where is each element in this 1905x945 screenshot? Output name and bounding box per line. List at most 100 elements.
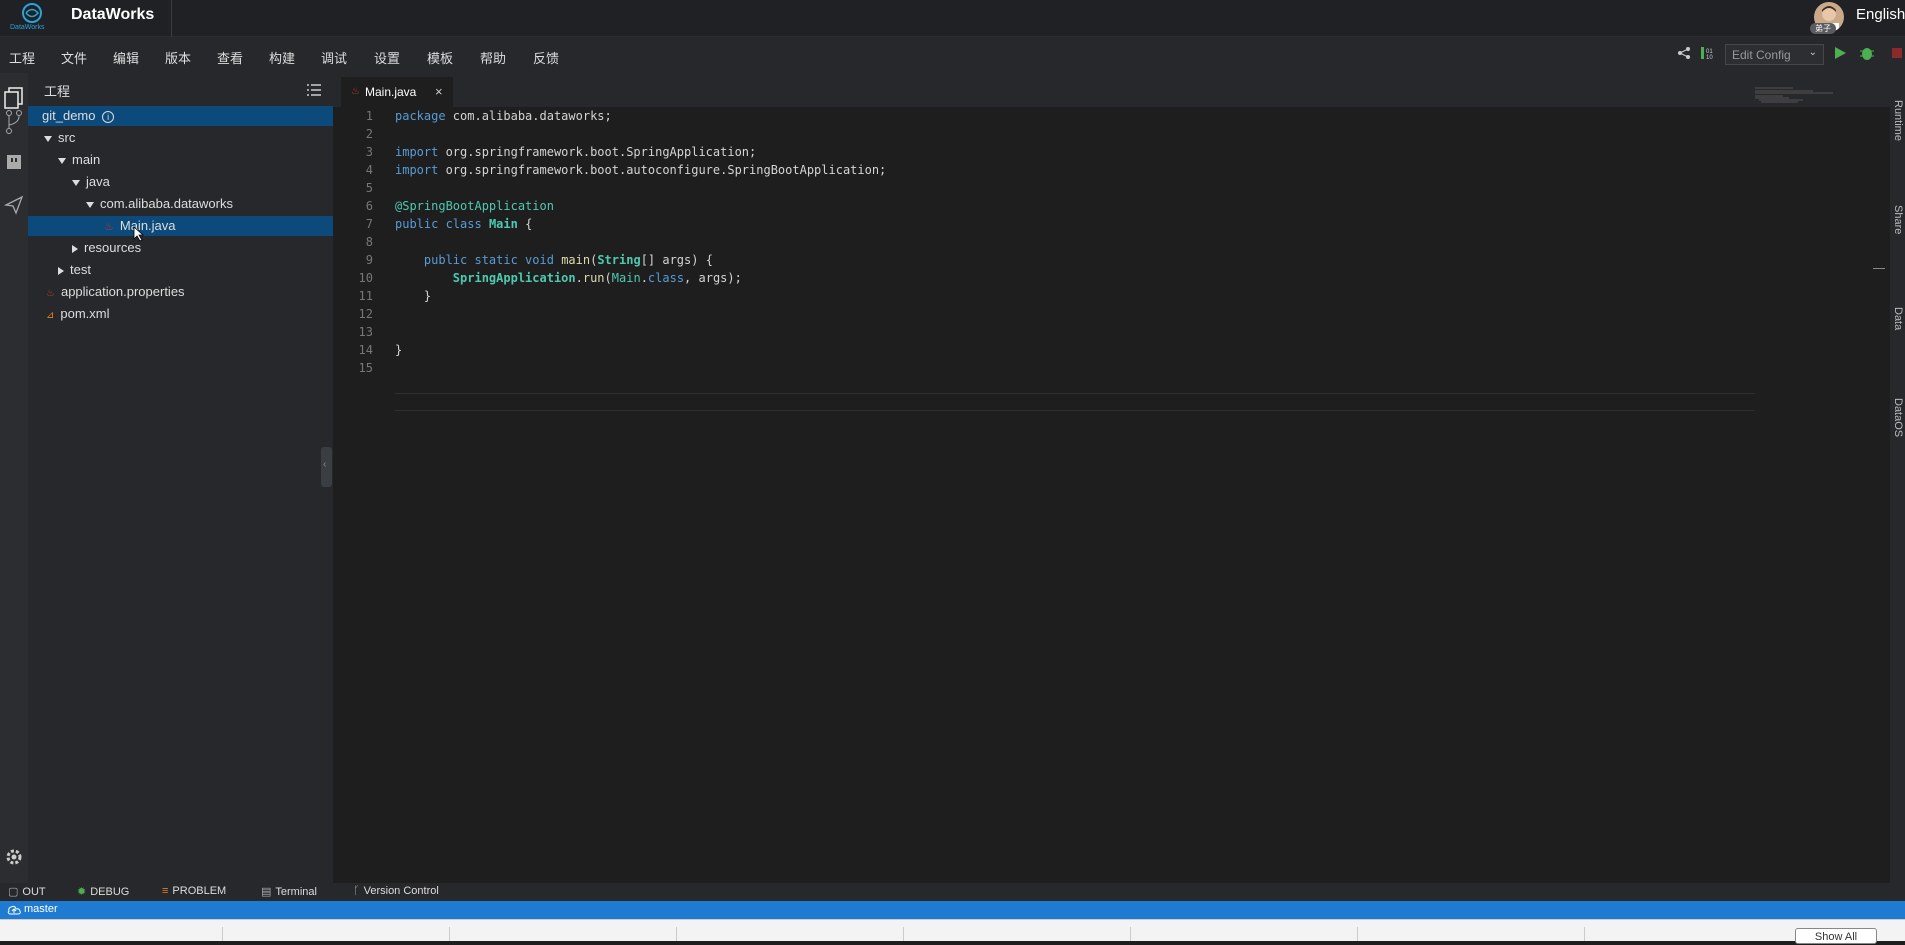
send-icon[interactable] [4,195,24,215]
sidebar-title: 工程 [44,84,71,99]
menu-help[interactable]: 帮助 [480,48,506,67]
collapse-sidebar-handle[interactable]: ‹ [321,447,332,487]
show-all-button[interactable]: Show All [1795,928,1877,944]
menu-bar: 工程 文件 编辑 版本 查看 构建 调试 设置 模板 帮助 反馈 01 10 Ed… [0,37,1905,73]
tab-version-control[interactable]: ᚴ Version Control [353,885,439,897]
menu-edit[interactable]: 编辑 [113,48,139,67]
plugin-icon[interactable] [5,153,23,171]
menu-feedback[interactable]: 反馈 [533,48,559,67]
share-icon[interactable] [1677,46,1691,60]
caret-down-icon [72,179,80,186]
line-number: 15 [358,361,373,375]
tab-label: DEBUG [90,886,130,898]
project-root[interactable]: git_demo i [28,106,333,126]
bug-icon: ✹ [77,886,87,898]
tree-label: java [86,174,110,189]
right-tab-share[interactable]: Share [1892,205,1904,234]
info-icon[interactable]: i [102,111,115,123]
tree-item-test[interactable]: test [28,260,333,280]
list-icon: ≡ [162,885,169,897]
line-number: 5 [365,181,373,195]
tree-item-main[interactable]: main [28,150,333,170]
code-line: 4 import org.springframework.boot.autocon… [333,161,1733,179]
java-file-icon: ♨ [351,86,360,97]
chevron-left-icon: ‹ [323,459,327,470]
current-line-highlight [395,393,1755,411]
menu-debug[interactable]: 调试 [321,48,347,67]
right-tab-dataos[interactable]: DataOS [1892,398,1904,437]
menu-file[interactable]: 文件 [61,48,87,67]
project-sidebar: 工程 git_demo i src main java com.alibaba.… [28,73,333,883]
tab-problem[interactable]: ≡ PROBLEM [162,885,226,897]
tab-out[interactable]: ▢ OUT [8,885,46,898]
code-line: 15 [333,359,1733,377]
tree-item-resources[interactable]: resources [28,238,333,258]
stop-icon[interactable] [1890,46,1904,60]
tree-item-src[interactable]: src [28,128,333,148]
tree-label: src [58,130,76,145]
tree-item-pom-xml[interactable]: ⊿ pom.xml [28,304,333,324]
tree-label: pom.xml [60,306,110,321]
divider [1130,927,1131,941]
menu-view[interactable]: 查看 [217,48,243,67]
tab-label: Terminal [275,886,317,898]
tab-terminal[interactable]: ▤ Terminal [261,885,317,898]
tree-item-application-properties[interactable]: ♨ application.properties [28,282,333,302]
code-line: 9 public static void main(String[] args)… [333,251,1733,269]
source-control-icon[interactable] [5,109,23,135]
code-line: 5 [333,179,1733,197]
edit-config-select[interactable]: Edit Config ⌄ [1725,44,1824,65]
downloads-shelf: Show All [0,919,1905,944]
caret-down-icon [44,135,52,142]
tree-item-main-java[interactable]: ♨ Main.java [28,216,333,236]
menu-version[interactable]: 版本 [165,48,191,67]
tree-item-java[interactable]: java [28,172,333,192]
language-switch[interactable]: English [1856,6,1905,23]
cloud-upload-icon[interactable] [7,904,21,916]
gear-icon[interactable] [5,848,23,866]
caret-down-icon [58,157,66,164]
code-editor[interactable]: ♨ Main.java × 1 package com.alibaba.dataw… [333,73,1890,883]
files-icon[interactable] [4,87,24,109]
branch-icon: ᚴ [353,885,360,897]
minimap[interactable] [1753,87,1843,107]
right-tab-runtime[interactable]: Runtime [1892,100,1904,141]
line-number: 12 [358,307,373,321]
tree-item-package[interactable]: com.alibaba.dataworks [28,194,333,214]
code-line: 14} [333,341,1733,359]
tab-label: PROBLEM [172,885,227,897]
binary-icon[interactable]: 0110 [1699,45,1715,61]
branch-name[interactable]: master [24,903,58,915]
line-number: 4 [365,163,373,177]
caret-right-icon [58,266,64,275]
java-file-icon: ♨ [104,221,114,233]
run-icon[interactable] [1833,46,1847,60]
line-number: 7 [365,217,373,231]
line-number: 6 [365,199,373,213]
line-number: 3 [365,145,373,159]
right-tab-data[interactable]: Data [1892,307,1904,330]
line-number: 1 [365,109,373,123]
menu-build[interactable]: 构建 [269,48,295,67]
tab-label: Main.java [365,85,417,99]
list-icon[interactable] [307,84,321,96]
tree-label: test [70,262,91,277]
divider [676,927,677,941]
menu-project[interactable]: 工程 [9,48,35,67]
tree-label: com.alibaba.dataworks [100,196,233,211]
code-line: 1 package com.alibaba.dataworks; [333,107,1733,125]
menu-template[interactable]: 模板 [427,48,453,67]
svg-text:10: 10 [1706,55,1713,61]
code-line: 13 [333,323,1733,341]
menu-settings[interactable]: 设置 [374,48,400,67]
scroll-marker [1873,268,1885,269]
tab-debug[interactable]: ✹ DEBUG [77,885,129,898]
line-number: 8 [365,235,373,249]
bottom-panel-tabs: ▢ OUT ✹ DEBUG ≡ PROBLEM ▤ Terminal ᚴ Version … [0,883,1905,901]
tree-label: resources [84,240,142,255]
tab-main-java[interactable]: ♨ Main.java × [341,77,453,107]
debug-icon[interactable] [1859,45,1875,61]
close-icon[interactable]: × [435,77,443,107]
code-line: 8 [333,233,1733,251]
brand-title: DataWorks [71,6,155,23]
